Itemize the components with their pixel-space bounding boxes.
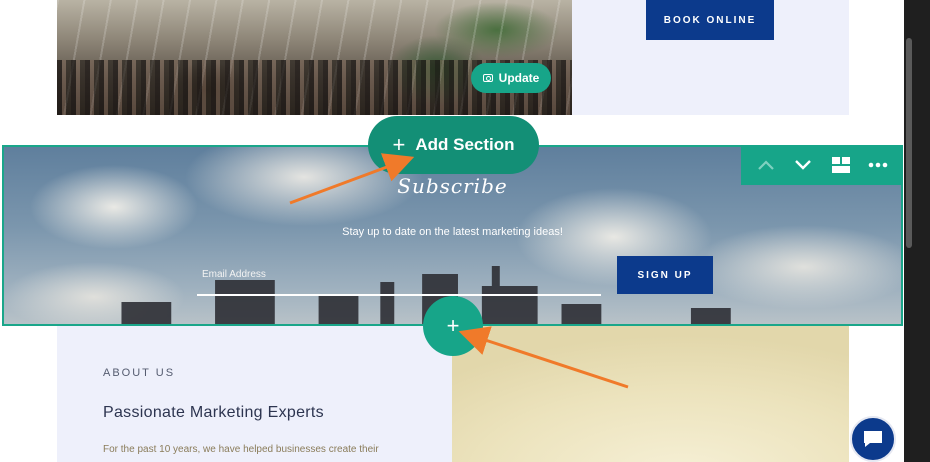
- add-section-button[interactable]: + Add Section: [368, 116, 539, 174]
- add-section-label: Add Section: [415, 135, 515, 154]
- update-label: Update: [498, 71, 540, 85]
- scrollbar-thumb[interactable]: [906, 38, 912, 248]
- plus-icon: +: [446, 313, 460, 338]
- chat-icon: [864, 431, 882, 447]
- email-field-placeholder[interactable]: Email Address: [202, 269, 266, 280]
- event-photo: [57, 0, 572, 115]
- about-text: For the past 10 years, we have helped bu…: [103, 444, 379, 455]
- chevron-down-icon[interactable]: [789, 151, 817, 179]
- update-image-button[interactable]: Update: [471, 63, 551, 93]
- add-section-circle-button[interactable]: +: [423, 296, 483, 356]
- book-online-button[interactable]: BOOK ONLINE: [646, 0, 774, 40]
- camera-icon: [482, 74, 493, 82]
- section-toolbar: [741, 145, 903, 185]
- subscribe-subtitle: Stay up to date on the latest marketing …: [342, 226, 563, 238]
- more-icon[interactable]: [864, 151, 892, 179]
- layout-icon[interactable]: [827, 151, 855, 179]
- about-image: [452, 326, 849, 462]
- about-title: Passionate Marketing Experts: [103, 404, 324, 421]
- about-kicker: ABOUT US: [103, 367, 176, 379]
- sign-up-button[interactable]: SIGN UP: [617, 256, 713, 294]
- plus-icon: +: [392, 132, 406, 157]
- page-canvas: Update BOOK ONLINE Subscribe Stay up to …: [0, 0, 904, 462]
- chevron-up-icon[interactable]: [752, 151, 780, 179]
- about-panel: [57, 326, 452, 462]
- chat-button[interactable]: [850, 416, 896, 462]
- email-field[interactable]: [197, 294, 601, 296]
